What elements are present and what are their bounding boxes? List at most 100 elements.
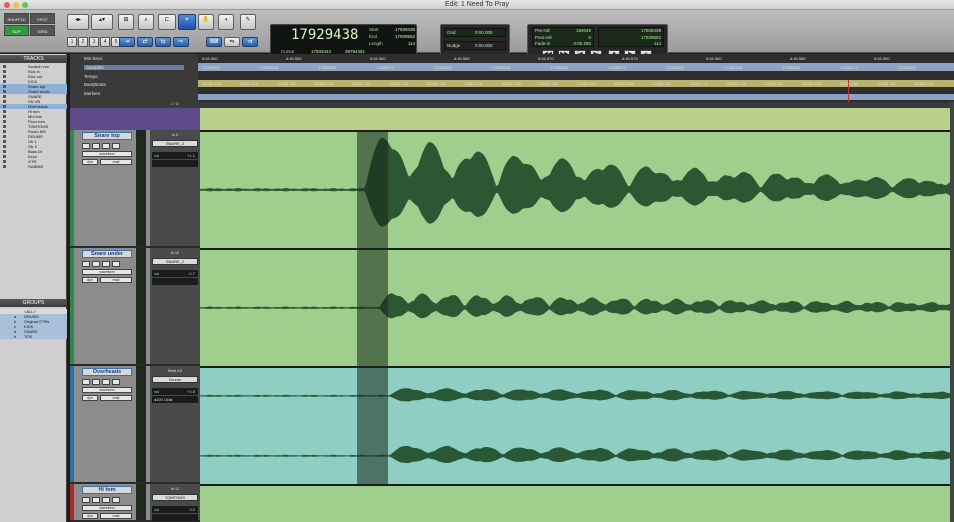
spot-mode-button[interactable]: SPOT bbox=[30, 13, 55, 24]
track-visibility-icon[interactable] bbox=[3, 95, 6, 98]
track-volume[interactable]: vol 0.0 bbox=[152, 506, 198, 513]
track-visibility-icon[interactable] bbox=[3, 145, 6, 148]
timeline-selection[interactable] bbox=[357, 132, 388, 484]
tab-to-transients-button[interactable]: ⇥ bbox=[119, 37, 135, 47]
zoom-preset-1[interactable]: 1 bbox=[67, 37, 77, 47]
mute-button[interactable] bbox=[112, 497, 120, 503]
input-monitor-button[interactable] bbox=[92, 497, 100, 503]
waveform-canvas[interactable] bbox=[200, 108, 954, 522]
length-value[interactable]: 114 bbox=[381, 41, 415, 46]
group-list-item[interactable]: h TOS bbox=[0, 334, 67, 339]
track-list-item[interactable]: SUBMIX bbox=[0, 164, 67, 169]
track-visibility-icon[interactable] bbox=[3, 160, 6, 163]
mute-button[interactable] bbox=[112, 143, 120, 149]
zoom-vertical-button[interactable]: ▴▾ bbox=[91, 14, 113, 30]
start-value[interactable]: 17929438 bbox=[381, 27, 415, 32]
track-name[interactable]: Snare top bbox=[82, 132, 132, 140]
dyn-selector[interactable]: dyn bbox=[82, 395, 98, 401]
automation-mode-selector[interactable]: read bbox=[100, 159, 132, 165]
track-pan[interactable] bbox=[152, 514, 198, 521]
automation-mode-selector[interactable]: read bbox=[100, 395, 132, 401]
track-visibility-icon[interactable] bbox=[3, 130, 6, 133]
track-visibility-icon[interactable] bbox=[3, 165, 6, 168]
record-enable-button[interactable] bbox=[82, 261, 90, 267]
pre-post-roll-display[interactable]: Pre-roll Post-roll Fade-in 194049 0 0:00… bbox=[532, 27, 594, 47]
track-volume[interactable]: vol +3.8 bbox=[152, 388, 198, 395]
main-counter[interactable]: 17929438 Cursor 17933444 29754451 Start … bbox=[270, 24, 417, 58]
grabber-tool-button[interactable]: ✋ bbox=[198, 14, 214, 30]
track-output[interactable]: Drums bbox=[152, 376, 198, 383]
zoom-preset-3[interactable]: 3 bbox=[89, 37, 99, 47]
track-pan[interactable]: ◂100 100▸ bbox=[152, 396, 198, 403]
record-enable-button[interactable] bbox=[82, 497, 90, 503]
solo-button[interactable] bbox=[102, 497, 110, 503]
track-header[interactable]: Snare under waveform dyn read In 10 SNAR… bbox=[70, 248, 200, 366]
mirror-midi-button[interactable]: ⇋ bbox=[224, 37, 240, 47]
link-track-button[interactable]: ⇆ bbox=[155, 37, 171, 47]
mute-button[interactable] bbox=[112, 261, 120, 267]
dyn-selector[interactable]: dyn bbox=[82, 513, 98, 519]
record-enable-button[interactable] bbox=[82, 143, 90, 149]
track-visibility-icon[interactable] bbox=[3, 70, 6, 73]
transport-selection-display[interactable]: 17929438 17929552 114 bbox=[598, 27, 664, 47]
zoom-preset-4[interactable]: 4 bbox=[100, 37, 110, 47]
track-output[interactable]: SNARE_2 bbox=[152, 140, 198, 147]
view-selector[interactable]: waveform bbox=[82, 505, 132, 511]
automation-mode-selector[interactable]: read bbox=[100, 513, 132, 519]
track-input[interactable]: Send 4-5 bbox=[152, 368, 198, 374]
vertical-scrollbar[interactable] bbox=[950, 102, 954, 522]
track-visibility-icon[interactable] bbox=[3, 150, 6, 153]
zoom-horizontal-button[interactable]: ◂▸ bbox=[67, 14, 89, 30]
tracks-panel-title[interactable]: TRACKS bbox=[0, 55, 67, 63]
track-visibility-icon[interactable] bbox=[3, 100, 6, 103]
track-header[interactable]: Snare top waveform dyn read In 3 SNARE_2… bbox=[70, 130, 200, 248]
track-input[interactable]: In 3 bbox=[152, 132, 198, 138]
dyn-selector[interactable]: dyn bbox=[82, 159, 98, 165]
dyn-selector[interactable]: dyn bbox=[82, 277, 98, 283]
track-visibility-icon[interactable] bbox=[3, 90, 6, 93]
solo-button[interactable] bbox=[102, 261, 110, 267]
trim-tool-button[interactable]: ⊏ bbox=[158, 14, 176, 30]
zoomer-tool-button[interactable]: ⌕ bbox=[138, 14, 154, 30]
track-name[interactable]: Hi tom bbox=[82, 486, 132, 494]
track-output[interactable]: SNARE_2 bbox=[152, 258, 198, 265]
input-monitor-button[interactable] bbox=[92, 143, 100, 149]
grid-value[interactable]: Grid 0:00.000 bbox=[444, 28, 506, 37]
link-timeline-button[interactable]: ⇄ bbox=[137, 37, 153, 47]
end-value[interactable]: 17929552 bbox=[381, 34, 415, 39]
input-monitor-button[interactable] bbox=[92, 379, 100, 385]
track-input[interactable]: In 12 bbox=[152, 486, 198, 492]
track-volume[interactable]: vol +1.1 bbox=[152, 152, 198, 159]
track-header[interactable]: Hi tom waveform dyn read In 12 TOMTOMS v… bbox=[70, 484, 200, 522]
track-header[interactable]: Overheads waveform dyn read Send 4-5 Dru… bbox=[70, 366, 200, 484]
track-visibility-icon[interactable] bbox=[3, 140, 6, 143]
input-monitor-button[interactable] bbox=[92, 261, 100, 267]
slip-mode-button[interactable]: SLIP bbox=[4, 25, 29, 36]
track-visibility-icon[interactable] bbox=[3, 110, 6, 113]
track-visibility-icon[interactable] bbox=[3, 75, 6, 78]
view-selector[interactable]: waveform bbox=[82, 269, 132, 275]
track-visibility-icon[interactable] bbox=[3, 105, 6, 108]
scrubber-tool-button[interactable]: ◖ bbox=[218, 14, 234, 30]
track-volume[interactable]: vol -0.7 bbox=[152, 270, 198, 277]
view-selector[interactable]: waveform bbox=[82, 151, 132, 157]
track-output[interactable]: TOMTOMS bbox=[152, 494, 198, 501]
nudge-value[interactable]: Nudge 0:00.000 bbox=[444, 41, 506, 50]
edit-timeline-area[interactable] bbox=[200, 108, 954, 522]
view-selector[interactable]: waveform bbox=[82, 387, 132, 393]
track-pan[interactable] bbox=[152, 160, 198, 167]
insertion-follows-button[interactable]: ⇨ bbox=[173, 37, 189, 47]
shuffle-mode-button[interactable]: SHUFFLE bbox=[4, 13, 29, 24]
track-pan[interactable] bbox=[152, 278, 198, 285]
solo-button[interactable] bbox=[102, 143, 110, 149]
grid-mode-button[interactable]: GRID bbox=[30, 25, 55, 36]
zoom-preset-2[interactable]: 2 bbox=[78, 37, 88, 47]
timeline-rulers[interactable]: 6:46.550 6:46.555 6:46.560 6:46.565 6:46.570… bbox=[198, 54, 954, 102]
zoom-toggle-button[interactable]: ⊞ bbox=[118, 14, 134, 30]
track-visibility-icon[interactable] bbox=[3, 155, 6, 158]
solo-button[interactable] bbox=[102, 379, 110, 385]
track-name[interactable]: Snare under bbox=[82, 250, 132, 258]
track-visibility-icon[interactable] bbox=[3, 115, 6, 118]
track-visibility-icon[interactable] bbox=[3, 120, 6, 123]
scroll-follow-button[interactable]: ⇉ bbox=[242, 37, 258, 47]
